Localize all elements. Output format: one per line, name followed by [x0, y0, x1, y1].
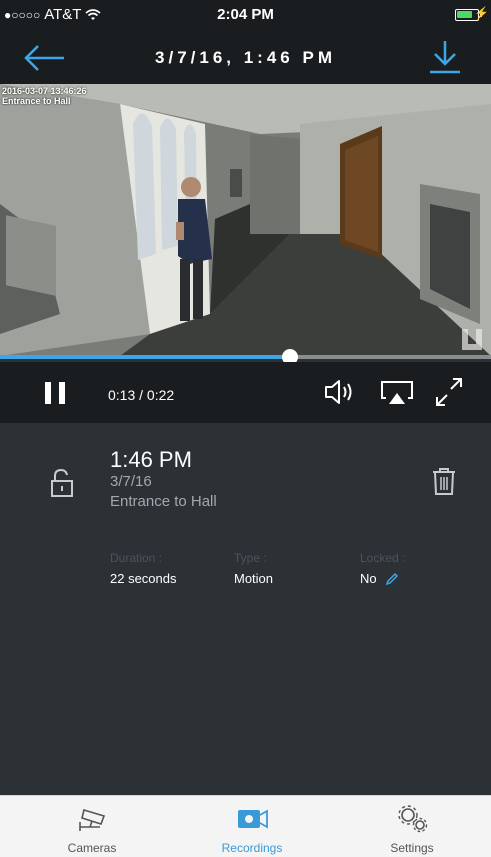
- type-value-text: Motion: [234, 571, 274, 586]
- video-timestamp-overlay: 2016-03-07 13:46:26 Entrance to Hall: [2, 86, 87, 106]
- nav-bar: 3/7/16, 1:46 PM: [0, 32, 491, 84]
- recording-camera-name: Entrance to Hall: [110, 493, 217, 510]
- camera-cctv-icon: [79, 808, 106, 831]
- status-time: 2:04 PM: [217, 6, 274, 23]
- locked-field: Locked : No: [360, 551, 405, 586]
- charging-icon: ⚡: [474, 6, 489, 20]
- locked-label: Locked :: [360, 551, 406, 565]
- status-bar: ●○○○○ AT&T 2:04 PM ⚡: [0, 0, 491, 32]
- video-frame[interactable]: 2016-03-07 13:46:26 Entrance to Hall: [0, 84, 491, 356]
- page-title: 3/7/16, 1:46 PM: [155, 48, 336, 67]
- player-controls: 0:13 / 0:22: [0, 362, 491, 423]
- fullscreen-icon[interactable]: [432, 376, 466, 408]
- pause-button[interactable]: [45, 382, 67, 404]
- tab-recordings[interactable]: Recordings: [192, 796, 312, 857]
- unlocked-lock-icon[interactable]: [50, 469, 74, 497]
- tab-cameras-label: Cameras: [67, 841, 117, 855]
- overlay-camera-name: Entrance to Hall: [2, 96, 71, 106]
- type-value: Motion: [234, 571, 273, 586]
- duration-value: 22 seconds: [110, 571, 177, 586]
- tab-recordings-label: Recordings: [221, 841, 283, 855]
- trash-icon[interactable]: [432, 467, 456, 495]
- recording-detail-screen: ●○○○○ AT&T 2:04 PM ⚡ 3/7/16, 1:46 PM 201…: [0, 0, 491, 857]
- download-icon[interactable]: [427, 38, 463, 76]
- airplay-icon[interactable]: [380, 376, 414, 408]
- playback-progress-bar[interactable]: [0, 349, 491, 365]
- recording-details-panel: 1:46 PM 3/7/16 Entrance to Hall Duration…: [0, 423, 491, 795]
- volume-icon[interactable]: [322, 376, 356, 408]
- duration-field: Duration : 22 seconds: [110, 551, 177, 586]
- video-scene-image: [0, 84, 491, 356]
- progress-fill: [0, 355, 290, 359]
- type-field: Type : Motion: [234, 551, 273, 586]
- overlay-datetime: 2016-03-07 13:46:26: [2, 86, 87, 96]
- playback-timecode: 0:13 / 0:22: [108, 387, 175, 403]
- pause-icon: [45, 382, 51, 404]
- tab-cameras[interactable]: Cameras: [32, 796, 152, 857]
- gears-icon: [398, 805, 428, 833]
- recording-date: 3/7/16: [110, 473, 152, 490]
- duration-value-text: 22 seconds: [110, 571, 177, 586]
- locked-value-text: No: [360, 571, 377, 586]
- duration-label: Duration :: [110, 551, 163, 565]
- tab-settings[interactable]: Settings: [352, 796, 472, 857]
- type-label: Type :: [234, 551, 267, 565]
- edit-pencil-icon[interactable]: [385, 572, 399, 586]
- locked-value: No: [360, 571, 405, 586]
- recordings-icon: [238, 809, 268, 829]
- recording-time: 1:46 PM: [110, 447, 192, 472]
- tab-bar: Cameras Recordings Settings: [0, 795, 491, 857]
- tab-settings-label: Settings: [390, 841, 434, 855]
